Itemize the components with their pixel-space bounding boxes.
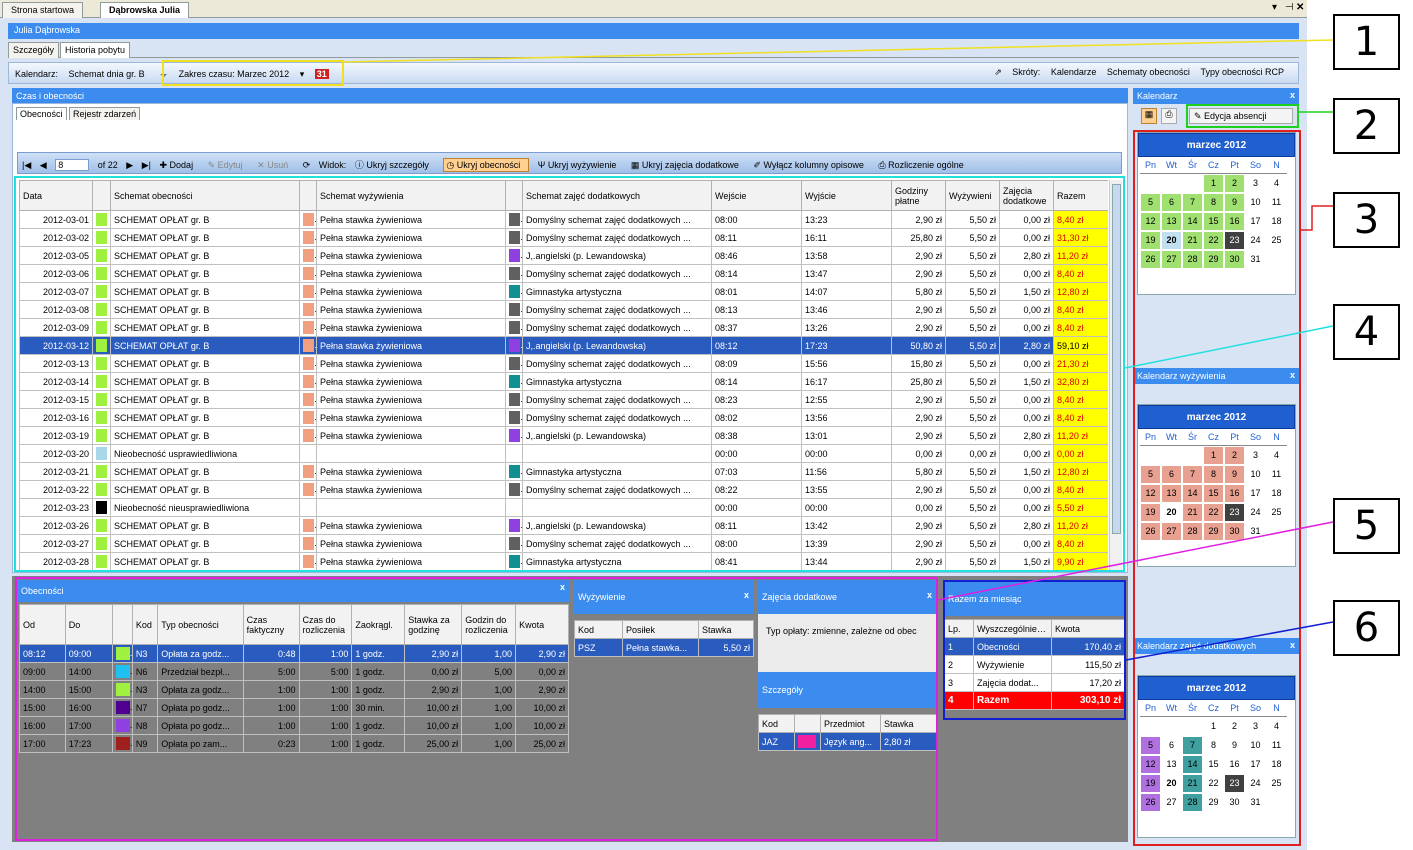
callout-line-4: [1124, 325, 1334, 369]
callout-1: 1: [1333, 14, 1400, 70]
callout-4: 4: [1333, 304, 1400, 360]
callout-lines: [343, 39, 1334, 661]
callout-line-6: [1125, 621, 1334, 661]
callout-2: 2: [1333, 98, 1400, 154]
callout-line-3: [1301, 205, 1333, 231]
callout-line-1: [343, 39, 1334, 63]
callout-5: 5: [1333, 498, 1400, 554]
callout-3: 3: [1333, 192, 1400, 248]
callout-6: 6: [1333, 600, 1400, 656]
callout-line-5: [937, 521, 1334, 601]
